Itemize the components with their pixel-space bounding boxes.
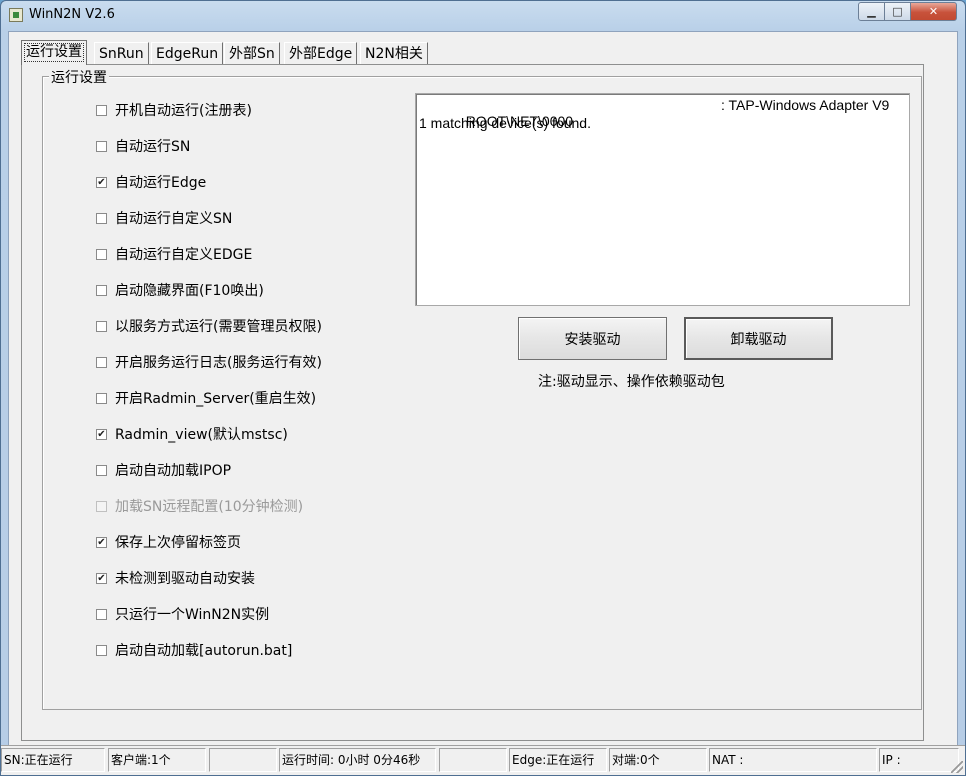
checkbox-label: 以服务方式运行(需要管理员权限): [115, 319, 322, 335]
checkbox-auto-run-custom-edge[interactable]: 自动运行自定义EDGE: [96, 245, 252, 263]
checkbox-autostart-registry[interactable]: 开机自动运行(注册表): [96, 101, 252, 119]
client-area: 运行设置 SnRun EdgeRun 外部Sn 外部Edge N2N相关 运行设…: [8, 31, 958, 769]
checkbox-label: 自动运行SN: [115, 139, 191, 155]
checkbox-auto-run-edge[interactable]: ✔ 自动运行Edge: [96, 173, 206, 191]
checkbox-label: 启动自动加载[autorun.bat]: [115, 643, 293, 659]
checkbox-service-log[interactable]: 开启服务运行日志(服务运行有效): [96, 353, 322, 371]
driver-output-textarea[interactable]: ROOT\NET\0000 : TAP-Windows Adapter V9 1…: [415, 93, 910, 306]
output-line-1: ROOT\NET\0000 : TAP-Windows Adapter V9: [419, 97, 906, 129]
tab-panel: 运行设置 开机自动运行(注册表) 自动运行SN ✔ 自动运行Edge 自动运行自定…: [21, 64, 924, 741]
tab-edgerun[interactable]: EdgeRun: [151, 42, 224, 64]
checkbox-label: 保存上次停留标签页: [115, 535, 241, 551]
checkbox-radmin-view[interactable]: ✔ Radmin_view(默认mstsc): [96, 425, 288, 443]
checkbox-label: 开启服务运行日志(服务运行有效): [115, 355, 322, 371]
driver-note: 注:驱动显示、操作依赖驱动包: [538, 374, 725, 390]
uninstall-driver-button[interactable]: 卸载驱动: [684, 317, 833, 360]
checkbox-box[interactable]: ✔: [96, 572, 107, 584]
status-edge: Edge:正在运行: [509, 748, 607, 772]
checkbox-box[interactable]: [96, 248, 107, 260]
minimize-button[interactable]: ▁: [858, 2, 885, 21]
run-settings-group: 运行设置 开机自动运行(注册表) 自动运行SN ✔ 自动运行Edge 自动运行自定…: [42, 67, 922, 710]
status-bar: SN:正在运行 客户端:1个 运行时间: 0小时 0分46秒 Edge:正在运行…: [1, 745, 965, 775]
checkbox-single-instance[interactable]: 只运行一个WinN2N实例: [96, 605, 269, 623]
checkbox-auto-run-sn[interactable]: 自动运行SN: [96, 137, 190, 155]
status-clients: 客户端:1个: [108, 748, 206, 772]
tab-external-sn[interactable]: 外部Sn: [224, 42, 280, 64]
resize-grip-icon[interactable]: [951, 761, 963, 773]
checkbox-start-hidden[interactable]: 启动隐藏界面(F10唤出): [96, 281, 264, 299]
app-window: WinN2N V2.6 ▁ □ ✕ 运行设置 SnRun EdgeRun 外部S…: [0, 0, 966, 776]
app-icon: [9, 8, 23, 22]
checkbox-box[interactable]: [96, 320, 107, 332]
tab-run-settings[interactable]: 运行设置: [21, 40, 87, 65]
status-nat: NAT :: [709, 748, 877, 772]
checkbox-box[interactable]: [96, 644, 107, 656]
checkbox-run-as-service[interactable]: 以服务方式运行(需要管理员权限): [96, 317, 322, 335]
tab-snrun[interactable]: SnRun: [94, 42, 149, 64]
output-device-name: : TAP-Windows Adapter V9: [721, 97, 890, 113]
status-blank: [209, 748, 277, 772]
checkbox-auto-install-driver[interactable]: ✔ 未检测到驱动自动安装: [96, 569, 255, 587]
checkbox-box[interactable]: ✔: [96, 428, 107, 440]
checkbox-label: 只运行一个WinN2N实例: [115, 607, 270, 623]
status-peers: 对端:0个: [609, 748, 707, 772]
status-sn: SN:正在运行: [1, 748, 105, 772]
status-ip: IP :: [879, 748, 959, 772]
checkbox-label: 启动隐藏界面(F10唤出): [115, 283, 264, 299]
checkbox-label: 启动自动加载IPOP: [115, 463, 232, 479]
close-button[interactable]: ✕: [910, 2, 957, 21]
checkbox-save-last-tab[interactable]: ✔ 保存上次停留标签页: [96, 533, 241, 551]
checkbox-box[interactable]: [96, 284, 107, 296]
checkbox-autorun-bat[interactable]: 启动自动加载[autorun.bat]: [96, 641, 292, 659]
checkbox-label: 自动运行Edge: [115, 175, 207, 191]
title-bar[interactable]: WinN2N V2.6 ▁ □ ✕: [1, 1, 965, 31]
checkbox-label: 加载SN远程配置(10分钟检测): [115, 499, 304, 515]
status-runtime: 运行时间: 0小时 0分46秒: [279, 748, 436, 772]
window-title: WinN2N V2.6: [29, 7, 115, 22]
checkbox-label: 开机自动运行(注册表): [115, 103, 252, 119]
checkbox-auto-load-ipop[interactable]: 启动自动加载IPOP: [96, 461, 231, 479]
checkbox-box[interactable]: [96, 464, 107, 476]
checkbox-label: 开启Radmin_Server(重启生效): [115, 391, 317, 407]
tab-external-edge[interactable]: 外部Edge: [284, 42, 358, 64]
checkbox-label: 未检测到驱动自动安装: [115, 571, 255, 587]
checkbox-box[interactable]: [96, 104, 107, 116]
checkbox-sn-remote-config: 加载SN远程配置(10分钟检测): [96, 497, 303, 515]
checkbox-box[interactable]: [96, 392, 107, 404]
output-line-2: 1 matching device(s) found.: [419, 115, 591, 131]
checkbox-label: Radmin_view(默认mstsc): [115, 427, 288, 443]
checkbox-box[interactable]: [96, 212, 107, 224]
checkbox-radmin-server[interactable]: 开启Radmin_Server(重启生效): [96, 389, 316, 407]
install-driver-button[interactable]: 安装驱动: [518, 317, 667, 360]
checkbox-box[interactable]: [96, 356, 107, 368]
checkbox-box[interactable]: [96, 140, 107, 152]
checkbox-box[interactable]: ✔: [96, 176, 107, 188]
tab-n2n-related[interactable]: N2N相关: [360, 42, 428, 64]
checkbox-box[interactable]: [96, 608, 107, 620]
status-blank-2: [439, 748, 507, 772]
checkbox-box[interactable]: ✔: [96, 536, 107, 548]
checkbox-auto-run-custom-sn[interactable]: 自动运行自定义SN: [96, 209, 232, 227]
maximize-button[interactable]: □: [884, 2, 911, 21]
checkbox-box: [96, 500, 107, 512]
checkbox-label: 自动运行自定义EDGE: [115, 247, 253, 263]
group-label: 运行设置: [49, 67, 109, 87]
checkbox-label: 自动运行自定义SN: [115, 211, 233, 227]
